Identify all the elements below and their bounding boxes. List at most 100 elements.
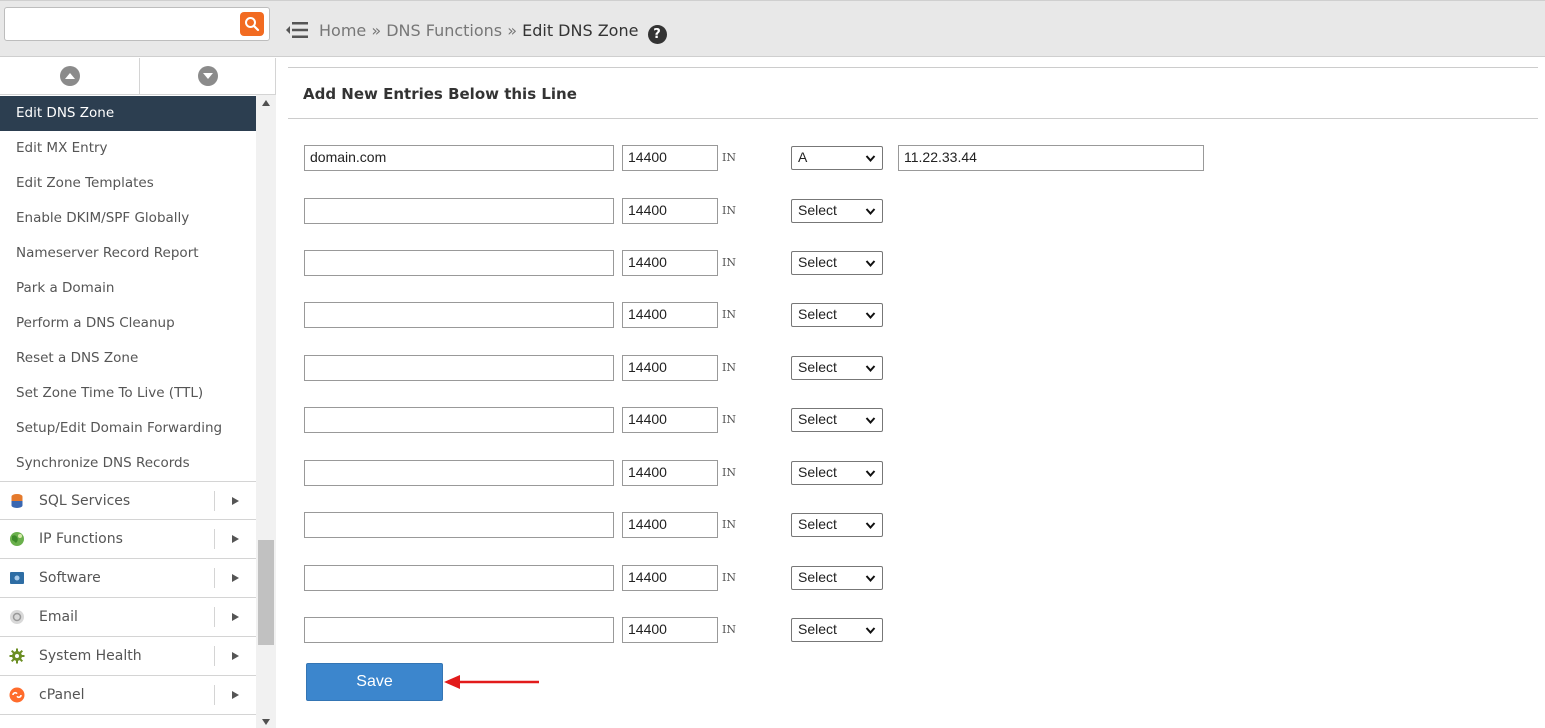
- sidebar-group-ip-functions[interactable]: IP Functions: [0, 520, 256, 559]
- ttl-input[interactable]: 14400: [622, 198, 718, 224]
- help-icon[interactable]: ?: [647, 25, 667, 44]
- record-value-input[interactable]: 11.22.33.44: [898, 145, 1204, 171]
- sidebar-item-dns-cleanup[interactable]: Perform a DNS Cleanup: [0, 306, 256, 341]
- scroll-down-button[interactable]: [141, 58, 276, 94]
- chevron-down-icon: [865, 522, 876, 530]
- record-name-input[interactable]: [304, 460, 614, 486]
- chevron-down-icon: [865, 575, 876, 583]
- breadcrumb-home[interactable]: Home: [319, 21, 366, 40]
- expand-arrow-icon[interactable]: [214, 607, 256, 627]
- record-type-value: A: [798, 149, 808, 165]
- sidebar-item-reset-dns-zone[interactable]: Reset a DNS Zone: [0, 341, 256, 376]
- ttl-input[interactable]: 14400: [622, 565, 718, 591]
- ttl-input[interactable]: 14400: [622, 302, 718, 328]
- record-type-select[interactable]: A: [791, 146, 883, 170]
- email-icon: [10, 610, 24, 624]
- expand-arrow-icon[interactable]: [214, 491, 256, 511]
- record-name-input[interactable]: [304, 512, 614, 538]
- expand-arrow-icon[interactable]: [214, 529, 256, 549]
- record-type-value: Select: [798, 254, 837, 270]
- record-type-select[interactable]: Select: [791, 356, 883, 380]
- scrollbar-thumb[interactable]: [258, 540, 274, 645]
- record-type-select[interactable]: Select: [791, 461, 883, 485]
- record-name-input[interactable]: [304, 565, 614, 591]
- record-class-label: IN: [722, 571, 736, 584]
- dns-entry-row: 14400 IN Select: [304, 250, 1304, 276]
- ttl-input[interactable]: 14400: [622, 617, 718, 643]
- record-type-select[interactable]: Select: [791, 618, 883, 642]
- chevron-down-icon: [865, 208, 876, 216]
- scrollbar-down-arrow-icon[interactable]: [262, 718, 270, 726]
- sidebar-group-system-health[interactable]: System Health: [0, 637, 256, 676]
- chevron-down-icon: [865, 627, 876, 635]
- record-name-input[interactable]: [304, 250, 614, 276]
- breadcrumb-separator: »: [502, 21, 523, 40]
- ttl-input[interactable]: 14400: [622, 512, 718, 538]
- sidebar-item-edit-zone-templates[interactable]: Edit Zone Templates: [0, 166, 256, 201]
- record-type-value: Select: [798, 359, 837, 375]
- record-name-input[interactable]: [304, 407, 614, 433]
- dns-entry-row: 14400 IN Select: [304, 512, 1304, 538]
- search-box[interactable]: [4, 7, 270, 41]
- sidebar-item-edit-mx-entry[interactable]: Edit MX Entry: [0, 131, 256, 166]
- sidebar-group-sql-services[interactable]: SQL Services: [0, 481, 256, 520]
- sidebar-item-edit-dns-zone[interactable]: Edit DNS Zone: [0, 96, 256, 131]
- record-type-select[interactable]: Select: [791, 303, 883, 327]
- chevron-down-icon: [865, 312, 876, 320]
- software-icon: [10, 572, 24, 584]
- record-class-label: IN: [722, 308, 736, 321]
- record-name-input[interactable]: [304, 355, 614, 381]
- scroll-up-button[interactable]: [0, 58, 140, 94]
- record-class-label: IN: [722, 151, 736, 164]
- dns-entry-row: domain.com 14400 IN A 11.22.33.44: [304, 145, 1304, 171]
- search-button[interactable]: [240, 12, 264, 36]
- record-type-select[interactable]: Select: [791, 513, 883, 537]
- sidebar-group-cpanel[interactable]: cPanel: [0, 676, 256, 715]
- sidebar-scroll-controls: [0, 58, 276, 95]
- sidebar: Edit DNS Zone Edit MX Entry Edit Zone Te…: [0, 58, 276, 728]
- record-name-input[interactable]: [304, 198, 614, 224]
- record-type-select[interactable]: Select: [791, 199, 883, 223]
- ttl-input[interactable]: 14400: [622, 460, 718, 486]
- record-type-select[interactable]: Select: [791, 251, 883, 275]
- divider: [288, 67, 1538, 68]
- chevron-down-icon: [865, 155, 876, 163]
- expand-arrow-icon[interactable]: [214, 568, 256, 588]
- sidebar-item-domain-forwarding[interactable]: Setup/Edit Domain Forwarding: [0, 411, 256, 446]
- breadcrumb-dns-functions[interactable]: DNS Functions: [386, 21, 502, 40]
- ttl-input[interactable]: 14400: [622, 407, 718, 433]
- save-button[interactable]: Save: [306, 663, 443, 701]
- sidebar-item-enable-dkim-spf[interactable]: Enable DKIM/SPF Globally: [0, 201, 256, 236]
- record-class-label: IN: [722, 623, 736, 636]
- scrollbar-up-arrow-icon[interactable]: [262, 99, 270, 107]
- sidebar-item-nameserver-report[interactable]: Nameserver Record Report: [0, 236, 256, 271]
- search-input[interactable]: [7, 10, 232, 38]
- sidebar-group-label: IP Functions: [39, 531, 123, 547]
- record-name-input[interactable]: domain.com: [304, 145, 614, 171]
- sidebar-item-sync-dns-records[interactable]: Synchronize DNS Records: [0, 446, 256, 481]
- section-title: Add New Entries Below this Line: [303, 85, 577, 103]
- record-type-select[interactable]: Select: [791, 566, 883, 590]
- record-name-input[interactable]: [304, 302, 614, 328]
- ttl-input[interactable]: 14400: [622, 355, 718, 381]
- dns-entry-row: 14400 IN Select: [304, 302, 1304, 328]
- sidebar-scrollbar[interactable]: [256, 95, 276, 728]
- expand-arrow-icon[interactable]: [214, 646, 256, 666]
- menu-collapse-icon[interactable]: [286, 21, 308, 39]
- record-class-label: IN: [722, 256, 736, 269]
- record-class-label: IN: [722, 361, 736, 374]
- ttl-input[interactable]: 14400: [622, 250, 718, 276]
- gear-icon: [9, 648, 25, 664]
- sidebar-group-software[interactable]: Software: [0, 559, 256, 598]
- divider: [288, 118, 1538, 119]
- sidebar-item-park-domain[interactable]: Park a Domain: [0, 271, 256, 306]
- ttl-input[interactable]: 14400: [622, 145, 718, 171]
- chevron-down-icon: [198, 66, 218, 86]
- expand-arrow-icon[interactable]: [214, 685, 256, 705]
- record-type-select[interactable]: Select: [791, 408, 883, 432]
- sidebar-group-email[interactable]: Email: [0, 598, 256, 637]
- record-name-input[interactable]: [304, 617, 614, 643]
- globe-icon: [10, 532, 24, 546]
- sidebar-item-set-zone-ttl[interactable]: Set Zone Time To Live (TTL): [0, 376, 256, 411]
- breadcrumb-separator: »: [366, 21, 387, 40]
